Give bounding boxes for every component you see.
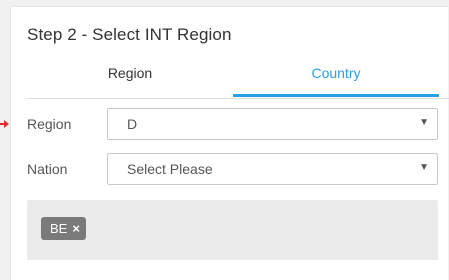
- page-title: Step 2 - Select INT Region: [27, 25, 232, 44]
- tab-country[interactable]: Country: [233, 61, 439, 97]
- nation-select-value: Select Please: [127, 161, 213, 177]
- page: Step 2 - Select INT Region Region Countr…: [0, 0, 449, 280]
- selected-tag: BE ×: [41, 217, 86, 240]
- region-select-value: D: [127, 116, 138, 132]
- region-select[interactable]: D ▼: [107, 108, 438, 140]
- region-selection-panel: Step 2 - Select INT Region Region Countr…: [10, 6, 449, 280]
- tab-region[interactable]: Region: [27, 61, 233, 97]
- region-label: Region: [27, 116, 72, 132]
- tag-label: BE: [50, 221, 68, 236]
- tab-bar: Region Country: [27, 61, 449, 99]
- close-icon[interactable]: ×: [72, 221, 80, 236]
- caret-down-icon: ▼: [419, 162, 429, 173]
- nation-label: Nation: [27, 161, 68, 177]
- nation-select[interactable]: Select Please ▼: [107, 153, 438, 185]
- selected-tags-area[interactable]: BE ×: [27, 200, 438, 260]
- arrow-right-icon: [0, 120, 9, 128]
- caret-down-icon: ▼: [419, 117, 429, 128]
